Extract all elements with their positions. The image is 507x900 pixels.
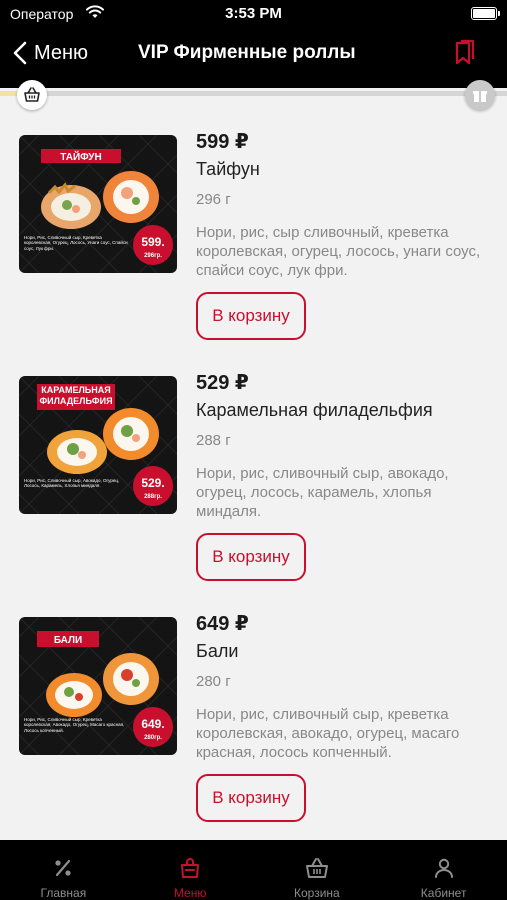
- product-name: Карамельная филадельфия: [196, 400, 433, 420]
- product-name: Тайфун: [196, 159, 260, 179]
- image-weight-badge: 296гр.: [144, 253, 162, 259]
- tab-bar: Главная Меню Корзина Кабинет: [0, 840, 507, 900]
- status-bar: Оператор 3:53 PM: [0, 0, 507, 28]
- product-price: 649 ₽: [196, 613, 249, 635]
- progress-track: [0, 91, 507, 96]
- bookmarks-icon[interactable]: [451, 39, 479, 67]
- product-weight: 280 г: [196, 673, 231, 690]
- product-weight: 288 г: [196, 432, 231, 449]
- page-title: VIP Фирменные роллы: [138, 42, 356, 63]
- add-to-cart-button[interactable]: В корзину: [196, 774, 306, 822]
- progress-gift-marker: [465, 80, 495, 110]
- image-composition: Нори, Рис, Сливочный сыр, Креветка корол…: [24, 717, 125, 733]
- product-weight: 296 г: [196, 191, 231, 208]
- product-name: Бали: [196, 641, 239, 661]
- back-button[interactable]: Меню: [12, 38, 88, 68]
- tab-label: Кабинет: [420, 886, 467, 900]
- tab-label: Главная: [40, 886, 87, 900]
- add-to-cart-button[interactable]: В корзину: [196, 292, 306, 340]
- product-description: Нори, рис, сливочный сыр, креветка корол…: [196, 706, 460, 761]
- image-banner: ТАЙФУН: [60, 150, 101, 163]
- image-banner: КАРАМЕЛЬНАЯ ФИЛАДЕЛЬФИЯ: [39, 385, 113, 406]
- status-time: 3:53 PM: [225, 5, 282, 22]
- tab-home[interactable]: Главная: [0, 840, 127, 900]
- top-bar: Оператор 3:53 PM Меню VIP Фирменные ролл…: [0, 0, 507, 88]
- image-price-badge: 599.: [141, 235, 164, 249]
- tab-label: Меню: [173, 886, 207, 900]
- tab-cart[interactable]: Корзина: [254, 840, 381, 900]
- add-to-cart-button[interactable]: В корзину: [196, 533, 306, 581]
- user-icon: [434, 858, 453, 878]
- product-photo: ТАЙФУН 599. 296гр. Нори, Рис, Сливочный …: [19, 135, 177, 273]
- product-description: Нори, рис, сыр сливочный, креветка корол…: [196, 224, 481, 279]
- image-banner: БАЛИ: [54, 635, 82, 646]
- image-price-badge: 529.: [141, 476, 164, 490]
- image-weight-badge: 288гр.: [144, 494, 162, 500]
- product-card: КАРАМЕЛЬНАЯ ФИЛАДЕЛЬФИЯ 529. 288гр. Нори…: [0, 356, 507, 596]
- product-price: 529 ₽: [196, 372, 249, 394]
- chevron-left-icon: [13, 41, 27, 65]
- tab-account[interactable]: Кабинет: [380, 840, 507, 900]
- battery-icon: [471, 7, 500, 20]
- product-photo: КАРАМЕЛЬНАЯ ФИЛАДЕЛЬФИЯ 529. 288гр. Нори…: [19, 376, 177, 514]
- back-label: Меню: [34, 41, 89, 64]
- product-description: Нори, рис, сливочный сыр, авокадо, огуре…: [196, 465, 449, 520]
- order-progress: [0, 80, 507, 110]
- image-price-badge: 649.: [141, 717, 164, 731]
- product-image[interactable]: ТАЙФУН 599. 296гр. Нори, Рис, Сливочный …: [19, 135, 177, 273]
- percent-icon: [55, 859, 71, 877]
- product-card: ТАЙФУН 599. 296гр. Нори, Рис, Сливочный …: [0, 115, 507, 355]
- basket-icon: [305, 858, 328, 878]
- navigation-bar: Меню VIP Фирменные роллы: [0, 30, 507, 76]
- product-image[interactable]: БАЛИ 649. 280гр. Нори, Рис, Сливочный сы…: [19, 617, 177, 755]
- gift-icon: [473, 91, 487, 102]
- image-weight-badge: 280гр.: [144, 735, 162, 741]
- menu-bag-icon: [181, 858, 200, 878]
- product-price: 599 ₽: [196, 131, 249, 153]
- product-card: БАЛИ 649. 280гр. Нори, Рис, Сливочный сы…: [0, 597, 507, 837]
- basket-icon: [24, 87, 40, 102]
- image-composition: Нори, Рис, Сливочный сыр, Авокадо, Огуре…: [24, 478, 120, 489]
- product-image[interactable]: КАРАМЕЛЬНАЯ ФИЛАДЕЛЬФИЯ 529. 288гр. Нори…: [19, 376, 177, 514]
- image-composition: Нори, Рис, Сливочный сыр, Креветка корол…: [24, 235, 128, 251]
- product-photo: БАЛИ 649. 280гр. Нори, Рис, Сливочный сы…: [19, 617, 177, 755]
- tab-menu[interactable]: Меню: [127, 840, 254, 900]
- progress-start-marker: [17, 80, 47, 110]
- tab-label: Корзина: [294, 886, 340, 900]
